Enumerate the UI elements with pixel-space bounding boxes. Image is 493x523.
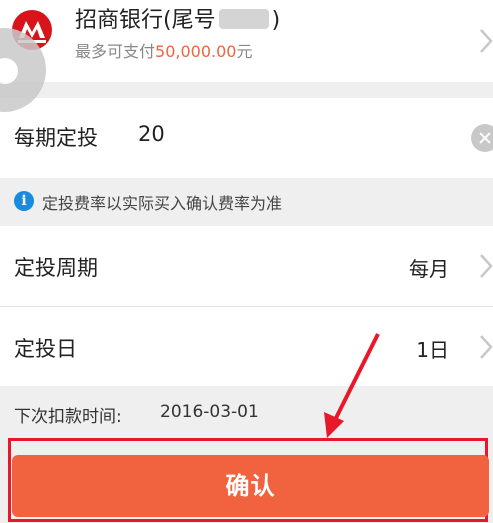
amount-per-period-input[interactable]: 20 [138,122,165,146]
clear-icon[interactable] [471,124,493,152]
amount-per-period-row: 每期定投 20 [0,98,493,178]
payment-limit: 最多可支付50,000.00元 [75,40,252,64]
chevron-right-icon [480,254,493,278]
bank-name-prefix: 招商银行(尾号 [75,8,216,33]
amount-per-period-label: 每期定投 [14,126,98,150]
limit-unit: 元 [236,42,253,61]
confirm-button[interactable]: 确认 [12,455,489,517]
investment-day-selector[interactable]: 定投日 1日 [0,307,493,386]
chevron-right-icon [480,335,493,359]
bank-name-suffix: ) [271,8,281,33]
limit-amount: 50,000.00 [155,42,237,61]
next-debit-label: 下次扣款时间: [14,407,122,427]
investment-period-selector[interactable]: 定投周期 每月 [0,226,493,307]
fee-notice: i 定投费率以实际买入确认费率为准 [0,178,493,226]
investment-day-value: 1日 [416,338,449,362]
info-icon: i [14,191,34,211]
bank-name: 招商银行(尾号) [75,6,280,36]
investment-day-label: 定投日 [14,337,77,361]
next-debit-date: 2016-03-01 [160,402,259,422]
limit-label: 最多可支付 [75,42,156,61]
card-tail-mask [218,9,269,29]
investment-period-value: 每月 [409,257,449,281]
chevron-right-icon [480,29,493,53]
fund-plan-page: 招商银行(尾号) 最多可支付50,000.00元 每期定投 20 i 定投费率以… [0,0,493,523]
next-debit-info: 下次扣款时间: 2016-03-01 [0,386,493,436]
payment-card-selector[interactable]: 招商银行(尾号) 最多可支付50,000.00元 [0,0,493,82]
investment-period-label: 定投周期 [14,256,98,280]
fee-notice-text: 定投费率以实际买入确认费率为准 [42,194,283,213]
